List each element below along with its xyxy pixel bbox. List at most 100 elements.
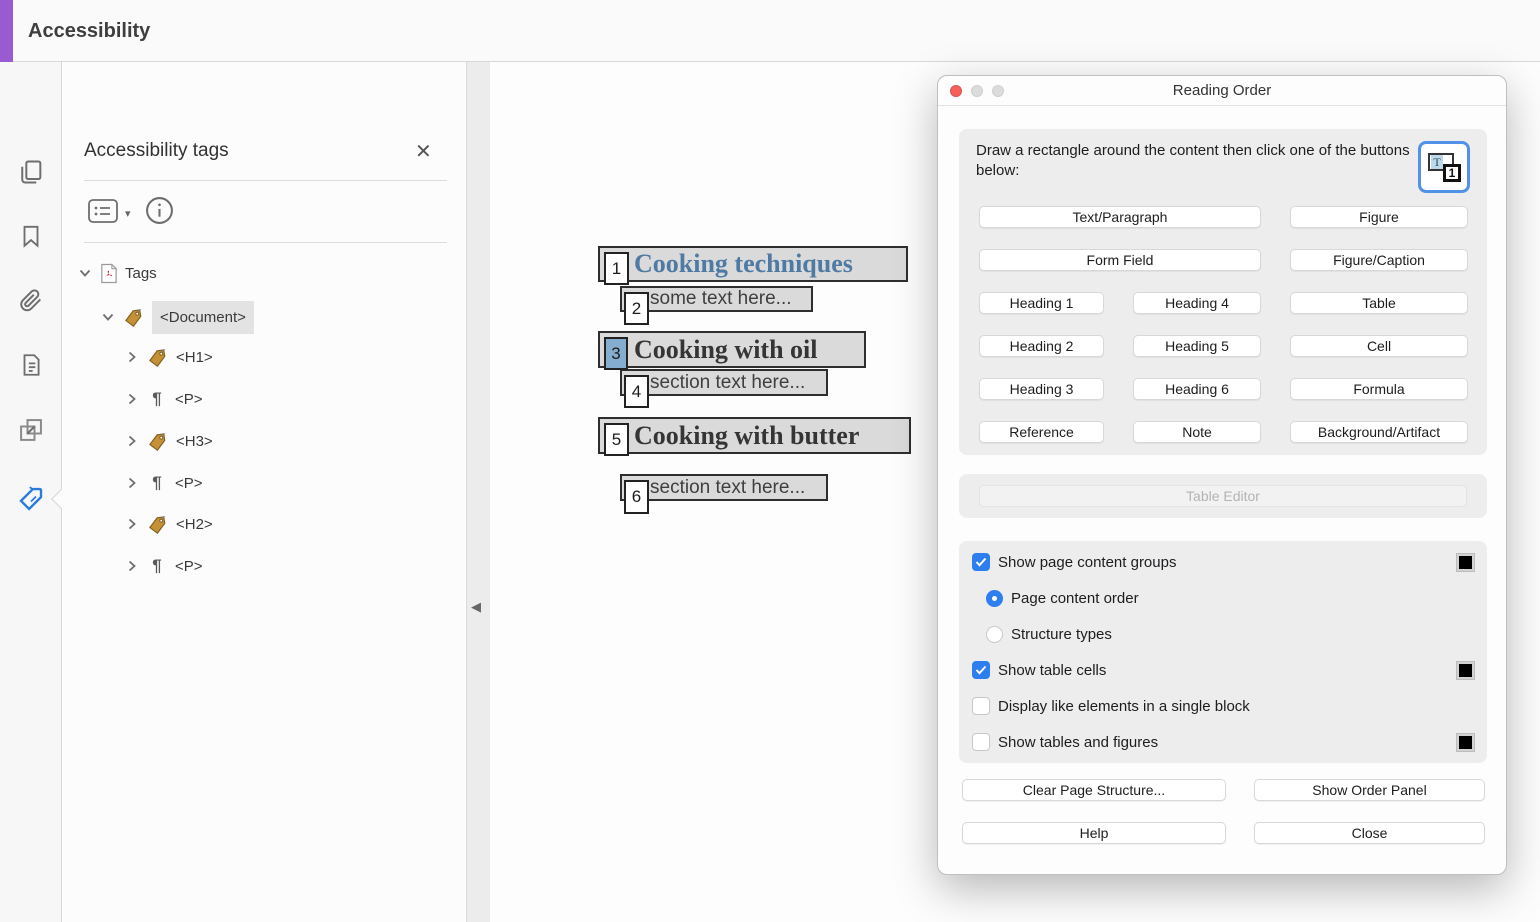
tree-item-p[interactable]: ¶ <P> — [125, 549, 203, 583]
background-artifact-button[interactable]: Background/Artifact — [1290, 421, 1468, 443]
tag-icon — [146, 347, 169, 367]
dialog-titlebar[interactable]: Reading Order — [938, 76, 1506, 106]
panel-toolbar: ▾ — [87, 196, 174, 230]
table-editor-button[interactable]: Table Editor — [979, 485, 1467, 507]
reading-order-tool-icon[interactable]: T 1 — [1418, 141, 1470, 193]
tag-type-buttons: Text/Paragraph Figure Form Field Figure/… — [979, 206, 1468, 443]
tree-item-document[interactable]: <Document> — [101, 300, 254, 334]
option-show-table-cells: Show table cells — [972, 660, 1474, 680]
form-field-button[interactable]: Form Field — [979, 249, 1261, 271]
dialog-footer-buttons: Clear Page Structure... Show Order Panel… — [962, 779, 1485, 844]
tree-item-h2[interactable]: <H2> — [125, 507, 213, 541]
instructions-text: Draw a rectangle around the content then… — [976, 141, 1426, 182]
bookmarks-icon[interactable] — [16, 221, 46, 251]
divider — [84, 242, 447, 243]
display-options-group: Show page content groups Page content or… — [959, 541, 1487, 763]
reading-order-badge-selected[interactable]: 3 — [604, 337, 628, 370]
option-show-tables-and-figures: Show tables and figures — [972, 732, 1474, 752]
tree-item-tags[interactable]: Tags — [78, 256, 157, 290]
checkbox[interactable] — [972, 733, 990, 751]
note-button[interactable]: Note — [1133, 421, 1261, 443]
purple-accent-bar — [0, 0, 13, 62]
clear-page-structure-button[interactable]: Clear Page Structure... — [962, 779, 1226, 801]
cell-button[interactable]: Cell — [1290, 335, 1468, 357]
figure-button[interactable]: Figure — [1290, 206, 1468, 228]
help-button[interactable]: Help — [962, 822, 1226, 844]
collapse-panel-icon[interactable]: ◀ — [471, 599, 481, 615]
option-page-content-order: Page content order — [972, 588, 1474, 608]
option-show-page-content-groups: Show page content groups — [972, 552, 1474, 572]
close-button[interactable]: Close — [1254, 822, 1485, 844]
heading1-button[interactable]: Heading 1 — [979, 292, 1104, 314]
tree-item-p[interactable]: ¶ <P> — [125, 382, 203, 416]
color-swatch[interactable] — [1457, 734, 1474, 751]
chevron-down-icon[interactable] — [78, 266, 92, 280]
app-header: Accessibility — [0, 0, 1540, 62]
text-paragraph-button[interactable]: Text/Paragraph — [979, 206, 1261, 228]
pdf-tags-icon — [99, 263, 118, 284]
color-swatch[interactable] — [1457, 554, 1474, 571]
content-group-text[interactable]: section text here... — [620, 474, 828, 501]
panel-title: Accessibility tags — [84, 140, 229, 162]
panel-gutter — [466, 62, 490, 922]
radio-button[interactable] — [986, 590, 1003, 607]
chevron-right-icon[interactable] — [125, 434, 139, 448]
table-button[interactable]: Table — [1290, 292, 1468, 314]
content-icon[interactable] — [16, 350, 46, 380]
figure-caption-button[interactable]: Figure/Caption — [1290, 249, 1468, 271]
tree-item-h3[interactable]: <H3> — [125, 424, 213, 458]
checkbox[interactable] — [972, 661, 990, 679]
tags-icon[interactable] — [16, 484, 46, 514]
heading5-button[interactable]: Heading 5 — [1133, 335, 1261, 357]
radio-button[interactable] — [986, 626, 1003, 643]
reading-order-badge[interactable]: 2 — [624, 292, 649, 325]
option-display-like-elements: Display like elements in a single block — [972, 696, 1474, 716]
color-swatch[interactable] — [1457, 662, 1474, 679]
tag-icon — [122, 307, 145, 327]
checkbox[interactable] — [972, 697, 990, 715]
reference-button[interactable]: Reference — [979, 421, 1104, 443]
chevron-down-icon[interactable] — [101, 310, 115, 324]
heading2-button[interactable]: Heading 2 — [979, 335, 1104, 357]
formula-button[interactable]: Formula — [1290, 378, 1468, 400]
chevron-right-icon[interactable] — [125, 392, 139, 406]
list-options-icon[interactable] — [87, 198, 119, 229]
chevron-right-icon[interactable] — [125, 350, 139, 364]
paragraph-icon: ¶ — [146, 389, 168, 409]
content-group-text[interactable]: section text here... — [620, 369, 828, 396]
page-thumbnails-icon[interactable] — [16, 157, 46, 187]
content-group-heading2[interactable]: Cooking with butter — [598, 417, 911, 454]
tree-item-h1[interactable]: <H1> — [125, 340, 213, 374]
show-order-panel-button[interactable]: Show Order Panel — [1254, 779, 1485, 801]
reading-order-badge[interactable]: 6 — [624, 480, 649, 514]
order-icon[interactable] — [16, 415, 46, 445]
accessibility-tags-panel: Accessibility tags ✕ ▾ Tags <Document> — [63, 62, 465, 922]
table-editor-group: Table Editor — [959, 474, 1487, 518]
divider — [84, 180, 447, 181]
attachments-icon[interactable] — [16, 285, 46, 315]
left-tool-rail — [0, 62, 62, 922]
paragraph-icon: ¶ — [146, 556, 168, 576]
content-group-heading3[interactable]: Cooking with oil — [598, 331, 866, 368]
content-group-heading1[interactable]: Cooking techniques — [598, 246, 908, 282]
acrobat-accessibility-window: Accessibility Accessibility tags ✕ — [0, 0, 1540, 922]
heading6-button[interactable]: Heading 6 — [1133, 378, 1261, 400]
chevron-right-icon[interactable] — [125, 476, 139, 490]
option-structure-types: Structure types — [972, 624, 1474, 644]
heading4-button[interactable]: Heading 4 — [1133, 292, 1261, 314]
chevron-down-icon[interactable]: ▾ — [125, 207, 131, 220]
info-icon[interactable] — [145, 196, 174, 230]
chevron-right-icon[interactable] — [125, 517, 139, 531]
heading3-button[interactable]: Heading 3 — [979, 378, 1104, 400]
tree-item-p[interactable]: ¶ <P> — [125, 466, 203, 500]
structure-buttons-group: Draw a rectangle around the content then… — [959, 129, 1487, 455]
chevron-right-icon[interactable] — [125, 559, 139, 573]
dialog-title: Reading Order — [938, 76, 1506, 106]
reading-order-badge[interactable]: 1 — [604, 252, 629, 285]
tag-icon — [146, 514, 169, 534]
reading-order-badge[interactable]: 5 — [604, 423, 629, 456]
paragraph-icon: ¶ — [146, 473, 168, 493]
reading-order-badge[interactable]: 4 — [624, 375, 649, 408]
checkbox[interactable] — [972, 553, 990, 571]
close-icon[interactable]: ✕ — [415, 139, 432, 164]
